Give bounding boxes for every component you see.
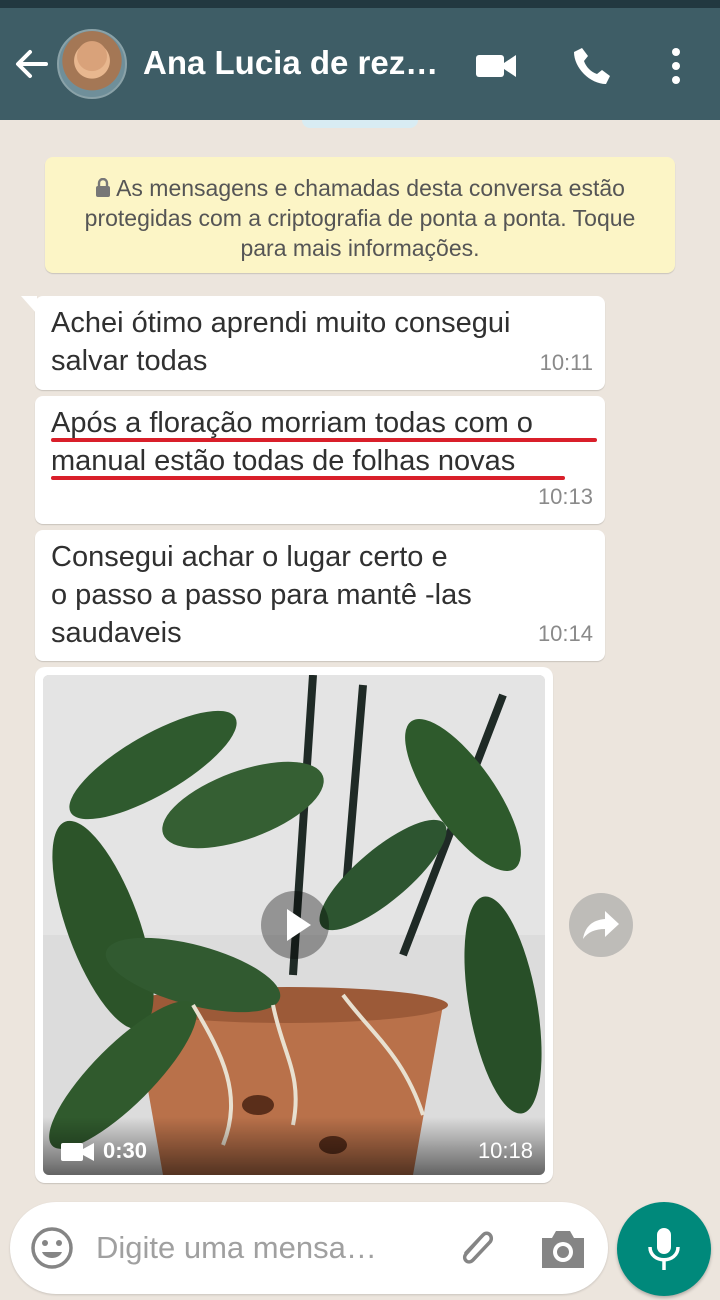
message-line: salvar todas [51, 345, 208, 377]
chat-header: Ana Lucia de rez… [0, 8, 720, 120]
message-line: saudaveis [51, 617, 182, 649]
message-line: Achei ótimo aprendi muito consegui [51, 307, 511, 339]
lock-icon [96, 178, 111, 197]
more-options-icon[interactable] [654, 44, 698, 88]
emoji-icon[interactable] [30, 1226, 74, 1270]
forward-icon [583, 911, 619, 939]
video-call-icon[interactable] [474, 44, 518, 88]
message-line: manual estão todas de folhas novas [51, 445, 516, 477]
contact-name[interactable]: Ana Lucia de rez… [143, 44, 443, 82]
message-input[interactable] [96, 1224, 436, 1272]
encryption-notice-text: As mensagens e chamadas desta conversa e… [84, 175, 636, 261]
play-button[interactable] [261, 891, 329, 959]
microphone-icon [648, 1228, 680, 1270]
video-thumbnail[interactable]: 0:30 10:18 [43, 675, 545, 1175]
message-composer [10, 1202, 608, 1294]
message-line: Consegui achar o lugar certo e [51, 541, 448, 573]
video-message[interactable]: 0:30 10:18 [35, 667, 553, 1183]
status-bar [0, 0, 720, 8]
video-duration: 0:30 [103, 1138, 148, 1163]
message-time: 10:14 [537, 621, 593, 646]
mic-button[interactable] [617, 1202, 711, 1296]
message-time: 10:13 [537, 484, 593, 509]
bubble-tail [21, 296, 37, 314]
avatar[interactable] [57, 29, 127, 99]
red-underline [51, 476, 565, 480]
message-line: o passo a passo para mantê -las [51, 579, 472, 611]
attach-icon[interactable] [452, 1224, 500, 1272]
back-arrow-icon[interactable] [12, 44, 52, 84]
forward-button[interactable] [569, 893, 633, 957]
message-bubble[interactable]: Consegui achar o lugar certo e o passo a… [35, 530, 605, 661]
video-info-bar: 0:30 10:18 [43, 1117, 545, 1175]
message-bubble[interactable]: Após a floração morriam todas com o manu… [35, 396, 605, 524]
camera-icon[interactable] [538, 1226, 588, 1272]
date-pill [302, 120, 418, 128]
play-icon [287, 909, 311, 941]
red-underline [51, 438, 597, 442]
message-time: 10:18 [477, 1138, 533, 1163]
message-line: Após a floração morriam todas com o [51, 407, 533, 439]
encryption-notice[interactable]: As mensagens e chamadas desta conversa e… [45, 157, 675, 273]
voice-call-icon[interactable] [570, 44, 614, 88]
video-camera-icon [61, 1143, 94, 1161]
message-bubble[interactable]: Achei ótimo aprendi muito consegui salva… [21, 296, 605, 390]
message-time: 10:11 [539, 350, 593, 375]
